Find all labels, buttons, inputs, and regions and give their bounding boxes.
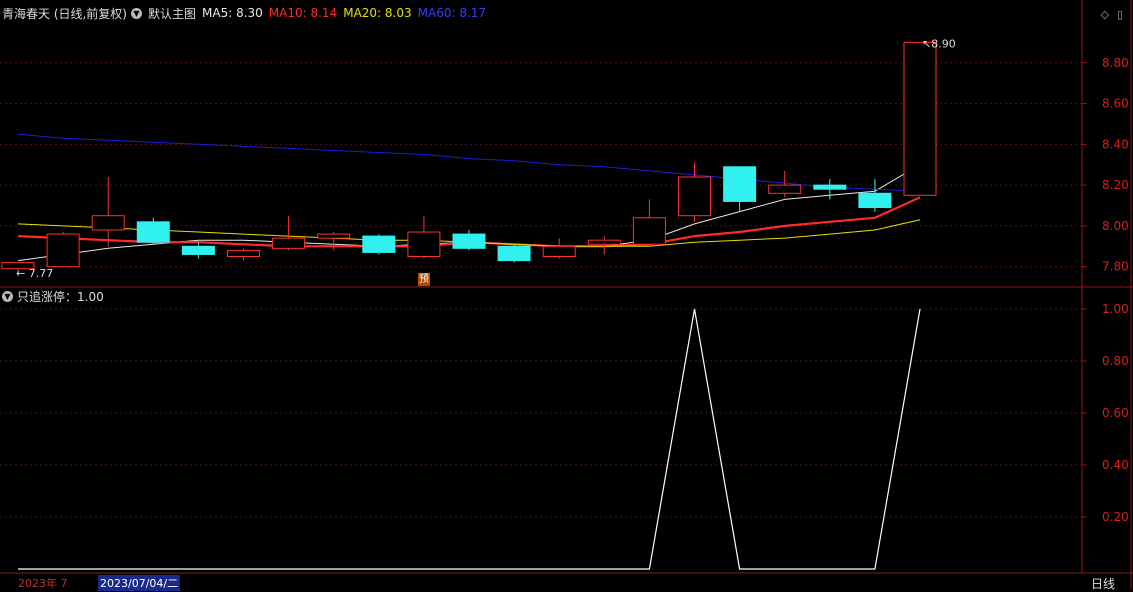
candle-body [903, 41, 937, 196]
candle-body [587, 239, 621, 245]
price-tick-label: 8.00 [1102, 219, 1129, 233]
indicator-tick-label: 0.40 [1102, 458, 1129, 472]
window-controls: ◇ ▯ [1100, 8, 1123, 21]
main-chart-header: 青海春天 (日线,前复权) ▼ 默认主图 MA5: 8.30 MA10: 8.1… [2, 5, 492, 21]
period-label[interactable]: 日线 [1091, 575, 1115, 592]
ma20-label: MA20: 8.03 [343, 6, 412, 20]
max-price-label: ↖8.90 [922, 37, 956, 50]
min-price-label: ← 7.77 [16, 267, 53, 280]
main-chart-label[interactable]: 默认主图 [148, 5, 196, 22]
price-tick-label: 7.80 [1102, 260, 1129, 274]
candle-body [317, 233, 351, 239]
ma10-label: MA10: 8.14 [268, 6, 338, 20]
candle-body [632, 217, 666, 245]
indicator-tick-label: 1.00 [1102, 302, 1129, 316]
candle-body [181, 245, 215, 255]
candle-body [272, 237, 306, 249]
candle-body [497, 245, 531, 262]
candle-body [723, 166, 757, 202]
indicator-tick-label: 0.60 [1102, 406, 1129, 420]
chart-stage[interactable]: 7.80 8.00 8.20 8.40 8.60 8.80 0.20 0.40 0.60 0.8… [0, 0, 1133, 589]
candle-body [91, 215, 125, 231]
indicator-tick-label: 0.80 [1102, 354, 1129, 368]
chevron-down-icon[interactable]: ▼ [2, 290, 13, 302]
ma5-label: MA5: 8.30 [202, 6, 263, 20]
forecast-badge[interactable]: 预 [418, 273, 430, 286]
price-tick-label: 8.60 [1102, 97, 1129, 111]
price-tick-label: 8.20 [1102, 178, 1129, 192]
candle-body [678, 176, 711, 217]
price-tick-label: 8.80 [1102, 56, 1129, 70]
diamond-icon[interactable]: ◇ [1100, 8, 1108, 21]
candle-body [227, 249, 260, 257]
candle-body [46, 233, 80, 268]
candle-body [136, 221, 170, 243]
indicator-label[interactable]: 只追涨停：1.00 [17, 288, 104, 305]
indicator-line [18, 308, 921, 570]
indicator-tick-label: 0.20 [1102, 510, 1129, 524]
ma60-label: MA60: 8.17 [417, 6, 487, 20]
candle-body [813, 184, 847, 190]
candle-body [858, 192, 892, 209]
price-tick-label: 8.40 [1102, 137, 1129, 151]
candle-body [452, 233, 486, 249]
chart-canvas[interactable]: 7.80 8.00 8.20 8.40 8.60 8.80 0.20 0.40 0.60 0.8… [0, 0, 1133, 589]
candle-body [768, 184, 802, 194]
candle-body [407, 231, 441, 257]
stock-title[interactable]: 青海春天 (日线,前复权) [2, 5, 127, 22]
chevron-down-icon[interactable]: ▼ [131, 7, 142, 19]
indicator-header: ▼ 只追涨停：1.00 [2, 288, 104, 304]
candle-body [362, 235, 396, 253]
candle-body [542, 245, 576, 257]
panel-toggle-icon[interactable]: ▯ [1117, 8, 1123, 21]
